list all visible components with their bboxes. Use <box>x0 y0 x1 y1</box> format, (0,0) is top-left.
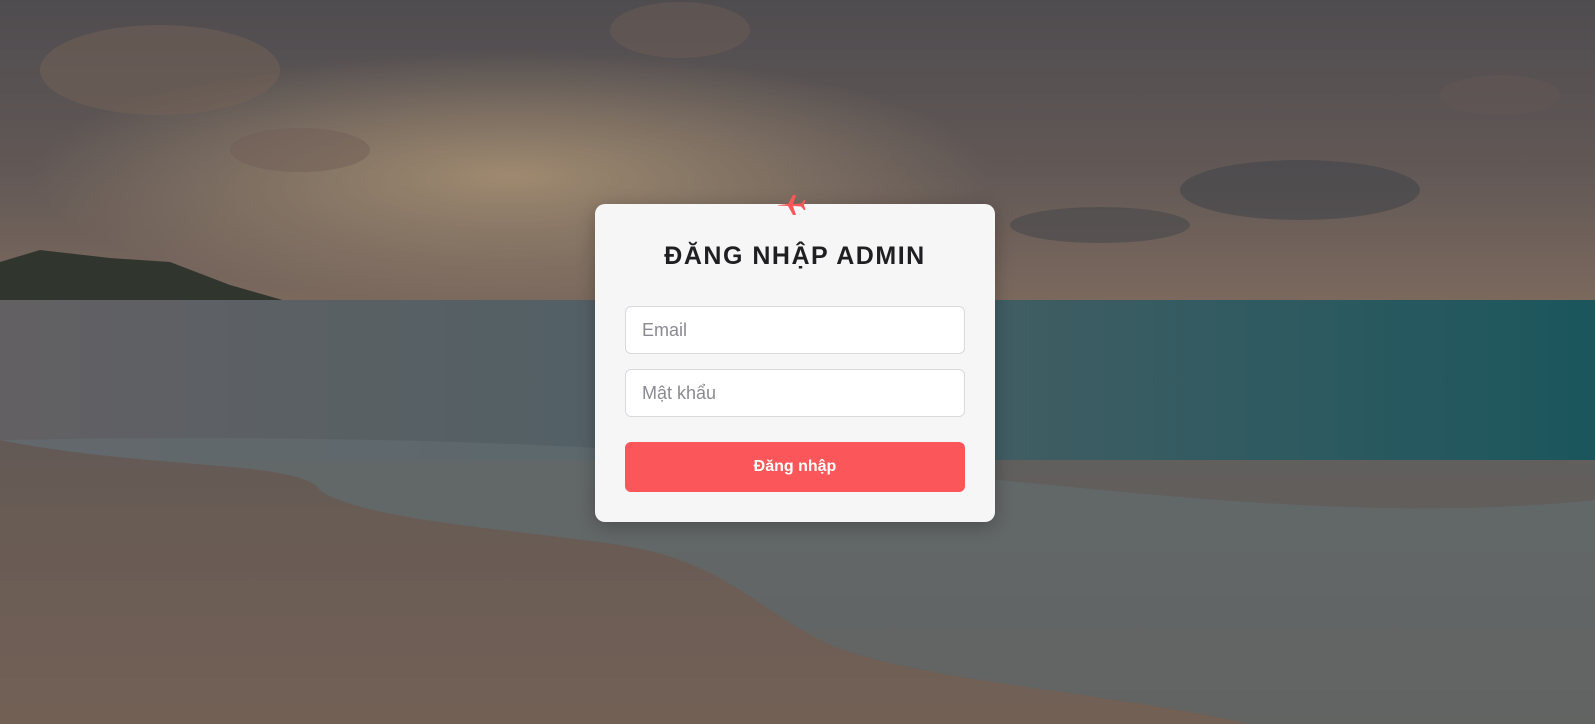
password-input[interactable] <box>625 369 965 417</box>
login-button[interactable]: Đăng nhập <box>625 442 965 492</box>
login-card: ĐĂNG NHẬP ADMIN Đăng nhập <box>595 195 995 522</box>
login-title: ĐĂNG NHẬP ADMIN <box>664 242 926 270</box>
airplane-icon <box>778 195 806 215</box>
email-input[interactable] <box>625 306 965 354</box>
